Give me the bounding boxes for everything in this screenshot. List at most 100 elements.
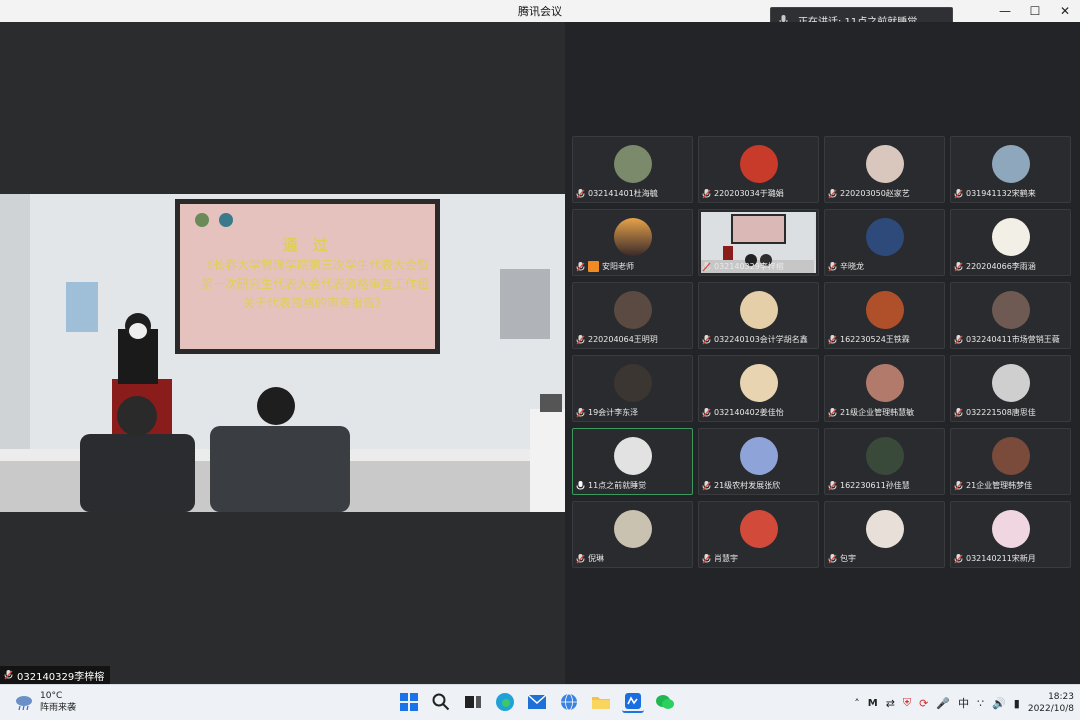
avatar	[613, 364, 652, 402]
avatar	[991, 145, 1030, 183]
sync-icon[interactable]: ⟳	[919, 697, 928, 710]
weather-widget[interactable]: 10°C 阵雨来袭	[14, 690, 76, 714]
avatar	[865, 291, 904, 329]
volume-icon[interactable]: 🔊	[992, 697, 1006, 710]
ime-indicator[interactable]: 中	[958, 695, 969, 711]
avatar	[991, 510, 1030, 548]
microphone-icon[interactable]: 🎤	[936, 697, 950, 710]
participant-name: 倪琳	[588, 554, 604, 563]
start-button[interactable]	[398, 691, 420, 713]
participant-tile[interactable]: 21级企业管理韩慧敏	[824, 355, 945, 422]
mail-button[interactable]	[526, 691, 548, 713]
participant-tile[interactable]: 032140402姜佳怡	[698, 355, 819, 422]
participant-name: 032141401杜海毓	[588, 189, 658, 198]
participant-label: 220204066李雨涵	[954, 261, 1067, 272]
clock[interactable]: 18:23 2022/10/8	[1028, 691, 1074, 715]
avatar	[739, 510, 778, 548]
main-stage[interactable]: 通 过 《长春大学管理学院第三次学生代表大会暨第一次研究生代表大会代表资格审查工…	[0, 22, 565, 684]
participant-tile[interactable]: 220203034于璐娟	[698, 136, 819, 203]
avatar	[613, 437, 652, 475]
participant-label: 21级农村发展张欣	[702, 480, 815, 491]
participant-tile[interactable]: 220203050赵家艺	[824, 136, 945, 203]
minimize-button[interactable]: —	[990, 0, 1020, 22]
participant-tile[interactable]: 安阳老师	[572, 209, 693, 276]
participant-name: 辛晓龙	[840, 262, 864, 271]
mic-muted-icon	[828, 261, 837, 271]
participant-tile[interactable]: 21级农村发展张欣	[698, 428, 819, 495]
clock-date: 2022/10/8	[1027, 704, 1074, 714]
security-icon[interactable]: ⛨	[903, 696, 911, 710]
mic-muted-icon	[954, 334, 963, 344]
participant-tile[interactable]: 220204066李雨涵	[950, 209, 1071, 276]
participant-label: 19会计李东泽	[576, 407, 689, 418]
participant-tile[interactable]: 162230611孙佳慧	[824, 428, 945, 495]
participant-label: 220204064王明玥	[576, 334, 689, 345]
edge-button[interactable]	[494, 691, 516, 713]
task-view-button[interactable]	[462, 691, 484, 713]
battery-icon[interactable]: ▮	[1014, 697, 1020, 710]
participant-name: 21企业管理韩梦佳	[966, 481, 1033, 490]
avatar	[991, 437, 1030, 475]
mic-muted-icon	[954, 188, 963, 198]
participant-tile[interactable]: 032141401杜海毓	[572, 136, 693, 203]
participant-tile[interactable]: 肖慧宇	[698, 501, 819, 568]
chevron-up-icon[interactable]: ˄	[854, 697, 860, 710]
swap-icon[interactable]: ⇄	[886, 697, 895, 710]
slide-heading: 通 过	[282, 236, 328, 254]
mic-muted-icon	[576, 407, 585, 417]
participant-tile[interactable]: 032140329李梓榕	[698, 209, 819, 276]
wifi-icon[interactable]: ∵	[977, 697, 984, 710]
m-app-icon[interactable]: M	[868, 698, 878, 709]
avatar	[739, 364, 778, 402]
edge-browser-icon	[496, 693, 514, 711]
participant-tile[interactable]: 032240411市场营销王薇	[950, 282, 1071, 349]
participant-tile[interactable]: 032221508唐思佳	[950, 355, 1071, 422]
maximize-button[interactable]: ☐	[1020, 0, 1050, 22]
participant-tile[interactable]: 11点之前就睡觉	[572, 428, 693, 495]
main-video[interactable]: 通 过 《长春大学管理学院第三次学生代表大会暨第一次研究生代表大会代表资格审查工…	[0, 194, 565, 512]
folder-icon	[592, 697, 610, 709]
participant-label: 032240411市场营销王薇	[954, 334, 1067, 345]
system-tray: ˄ M ⇄ ⛨ ⟳ 🎤 中 ∵ 🔊 ▮ 18:23 2022/10/8	[854, 691, 1074, 715]
participant-tile[interactable]: 辛晓龙	[824, 209, 945, 276]
participant-tile[interactable]: 包宇	[824, 501, 945, 568]
avatar	[739, 291, 778, 329]
mic-muted-icon	[954, 261, 963, 271]
participant-gallery[interactable]: 032141401杜海毓 220203034于璐娟 220203050赵家艺 0319…	[565, 22, 1080, 684]
participant-name: 21级农村发展张欣	[714, 481, 781, 490]
participant-tile[interactable]: 032140211宋新月	[950, 501, 1071, 568]
avatar	[865, 510, 904, 548]
rain-cloud-icon	[16, 696, 32, 711]
avatar	[613, 145, 652, 183]
participant-tile[interactable]: 21企业管理韩梦佳	[950, 428, 1071, 495]
participant-name: 220203050赵家艺	[840, 189, 910, 198]
participant-label: 032140211宋新月	[954, 553, 1067, 564]
participant-tile[interactable]: 220204064王明玥	[572, 282, 693, 349]
host-badge-icon	[588, 261, 599, 272]
mic-muted-icon	[828, 188, 837, 198]
window-title: 腾讯会议	[518, 5, 562, 18]
windows-logo-icon	[400, 693, 418, 711]
participant-name: 220204066李雨涵	[966, 262, 1036, 271]
participant-name: 肖慧宇	[714, 554, 738, 563]
participant-name: 031941132宋鹤来	[966, 189, 1036, 198]
search-button[interactable]	[430, 691, 452, 713]
participant-label: 辛晓龙	[828, 261, 941, 272]
avatar	[739, 437, 778, 475]
avatar	[991, 291, 1030, 329]
avatar	[991, 364, 1030, 402]
participant-label: 032140402姜佳怡	[702, 407, 815, 418]
participant-name: 220204064王明玥	[588, 335, 658, 344]
participant-tile[interactable]: 倪琳	[572, 501, 693, 568]
browser-button[interactable]	[558, 691, 580, 713]
wechat-button[interactable]	[654, 691, 676, 713]
participant-tile[interactable]: 162230524王铁霖	[824, 282, 945, 349]
participant-grid: 032141401杜海毓 220203034于璐娟 220203050赵家艺 0319…	[572, 136, 1071, 568]
tencent-meeting-button[interactable]	[622, 691, 644, 713]
close-button[interactable]: ✕	[1050, 0, 1080, 22]
participant-tile[interactable]: 032240103会计学胡名鑫	[698, 282, 819, 349]
file-explorer-button[interactable]	[590, 691, 612, 713]
participant-tile[interactable]: 19会计李东泽	[572, 355, 693, 422]
participant-tile[interactable]: 031941132宋鹤来	[950, 136, 1071, 203]
avatar	[865, 437, 904, 475]
